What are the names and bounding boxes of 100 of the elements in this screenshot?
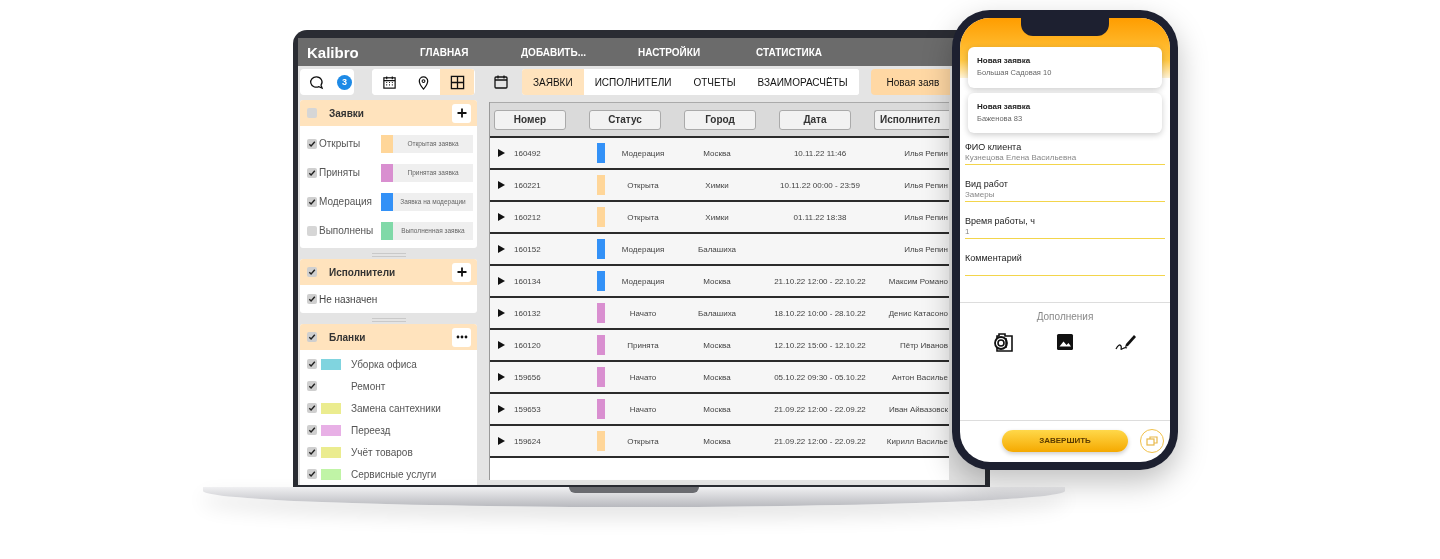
table-cell-text: Москва: [702, 148, 732, 158]
column-header-button[interactable]: Город: [684, 109, 756, 130]
nav-link[interactable]: НАСТРОЙКИ: [638, 46, 701, 58]
table-cell-text: 10.11.22 00:00 - 23:59: [779, 180, 861, 190]
table-row[interactable]: 160221 Открыта Химки 10.11.22 00:00 - 23:59 Илья Репин: [490, 170, 949, 202]
checkbox[interactable]: [307, 447, 317, 457]
table-cell-text: 21.09.22 12:00 - 22.09.22: [773, 436, 867, 446]
expand-icon[interactable]: [498, 309, 505, 317]
table-row[interactable]: 160132 Начато Балашиха 18.10.22 10:00 - 28.10.22 Денис Катасоно: [490, 298, 949, 330]
table-row[interactable]: 160120 Принята Москва 12.10.22 15:00 - 12.10.22 Пётр Иванов: [490, 330, 949, 362]
count-badge: 3: [337, 74, 352, 90]
table-cell-text: 18.10.22 10:00 - 28.10.22: [773, 308, 867, 318]
expand-icon[interactable]: [498, 373, 505, 381]
image-icon[interactable]: [1056, 333, 1074, 351]
table-cell-text: 160120: [514, 340, 542, 350]
camera-icon[interactable]: [992, 332, 1015, 352]
expand-icon[interactable]: [498, 341, 505, 349]
form-label: Сервисные услуги: [351, 468, 437, 480]
input-field[interactable]: Замеры: [965, 189, 1165, 202]
checkbox[interactable]: [307, 359, 317, 369]
field-label: Время работы, ч: [965, 216, 1036, 226]
column-header-button[interactable]: Статус: [589, 109, 661, 130]
chat-icon[interactable]: [309, 74, 324, 90]
column-header-button[interactable]: Номер: [494, 109, 566, 130]
table-row[interactable]: 159624 Открыта Москва 21.09.22 12:00 - 22.09.22 Кирилл Василье: [490, 426, 949, 458]
new-request-button[interactable]: Новая заяв: [870, 69, 950, 95]
checkbox[interactable]: [307, 469, 317, 479]
nav-link[interactable]: ГЛАВНАЯ: [420, 46, 469, 58]
expand-icon[interactable]: [498, 181, 505, 189]
checkbox[interactable]: [307, 332, 317, 342]
signature-pen-icon[interactable]: [1115, 332, 1138, 352]
table-row[interactable]: 160492 Модерация Москва 10.11.22 11:46 Илья Репин: [490, 138, 949, 170]
expand-icon[interactable]: [498, 245, 505, 253]
checkbox[interactable]: [307, 108, 317, 118]
table-row[interactable]: 159653 Начато Москва 21.09.22 12:00 - 22.09.22 Иван Айвазовск: [490, 394, 949, 426]
add-button[interactable]: [452, 262, 471, 282]
checkbox[interactable]: [307, 167, 317, 178]
table-cell-text: Модерация: [620, 148, 666, 158]
expand-icon[interactable]: [498, 405, 505, 413]
table-cell-text: Модерация: [620, 276, 666, 286]
grid-icon: [449, 74, 465, 90]
table-cell-text: Начато: [628, 372, 658, 382]
table-cell-text: Илья Репин: [903, 244, 949, 254]
table-cell-text: Начато: [628, 404, 658, 414]
logo[interactable]: Kalibro: [307, 43, 359, 61]
table-cell-text: Москва: [702, 436, 732, 446]
table-cell-text: 05.10.22 09:30 - 05.10.22: [773, 372, 867, 382]
table-cell-text: Москва: [702, 276, 732, 286]
table-cell-text: Открыта: [626, 180, 660, 190]
checkbox[interactable]: [307, 425, 317, 435]
input-field[interactable]: 1: [965, 226, 1165, 239]
form-label: Уборка офиса: [351, 358, 417, 370]
table-cell-text: Илья Репин: [903, 148, 949, 158]
expand-icon[interactable]: [498, 149, 505, 157]
column-header-button[interactable]: Дата: [779, 109, 851, 130]
table-cell-text: 01.11.22 18:38: [792, 212, 848, 222]
nav-link[interactable]: СТАТИСТИКА: [756, 46, 823, 58]
table-row[interactable]: 159656 Начато Москва 05.10.22 09:30 - 05.10.22 Антон Василье: [490, 362, 949, 394]
more-button[interactable]: [452, 327, 471, 347]
table-cell-text: 159653: [514, 404, 542, 414]
form-label: Учёт товаров: [351, 446, 413, 458]
checkbox[interactable]: [307, 403, 317, 413]
form-label: Замена сантехники: [351, 402, 441, 414]
table-cell-text: 21.10.22 12:00 - 22.10.22: [773, 276, 867, 286]
table-row[interactable]: 160134 Модерация Москва 21.10.22 12:00 - 22.10.22 Максим Романо: [490, 266, 949, 298]
view-button[interactable]: [440, 69, 474, 95]
calendar-icon: [381, 74, 397, 90]
table-cell-text: 160132: [514, 308, 542, 318]
add-button[interactable]: [452, 103, 471, 123]
field-label: ФИО клиента: [965, 142, 1023, 152]
expand-icon[interactable]: [498, 277, 505, 285]
checkbox[interactable]: [307, 138, 317, 149]
table-cell-text: Кирилл Василье: [885, 436, 949, 446]
expand-icon[interactable]: [498, 437, 505, 445]
table-cell-text: Москва: [702, 372, 732, 382]
checkbox[interactable]: [307, 267, 317, 277]
filter-label: Выполнены: [319, 225, 375, 236]
column-header-button[interactable]: Исполнител: [874, 109, 949, 130]
table-cell-text: Модерация: [620, 244, 666, 254]
more-icon: [455, 335, 468, 339]
tab[interactable]: ЗАЯВКИ: [522, 69, 584, 95]
table-cell-text: Открыта: [626, 436, 660, 446]
calendar-icon[interactable]: [493, 74, 509, 90]
checkbox[interactable]: [307, 294, 317, 304]
table-cell-text: Илья Репин: [903, 180, 949, 190]
table-row[interactable]: 160152 Модерация Балашиха Илья Репин: [490, 234, 949, 266]
nav-link[interactable]: ДОБАВИТЬ...: [521, 46, 586, 58]
checkbox[interactable]: [307, 381, 317, 391]
table-cell-text: Химки: [704, 212, 730, 222]
section-title: Бланки: [329, 331, 366, 343]
checkbox[interactable]: [307, 225, 317, 236]
table-cell-text: Открыта: [626, 212, 660, 222]
table-row[interactable]: 160212 Открыта Химки 01.11.22 18:38 Илья Репин: [490, 202, 949, 234]
finish-button[interactable]: ЗАВЕРШИТЬ: [1002, 429, 1128, 452]
expand-icon[interactable]: [498, 213, 505, 221]
input-field[interactable]: Кузнецова Елена Васильевна: [965, 152, 1165, 165]
checkbox[interactable]: [307, 196, 317, 207]
section-title: Исполнители: [329, 266, 396, 278]
table-cell-text: Принята: [626, 340, 660, 350]
filter-label: Модерация: [319, 196, 374, 207]
